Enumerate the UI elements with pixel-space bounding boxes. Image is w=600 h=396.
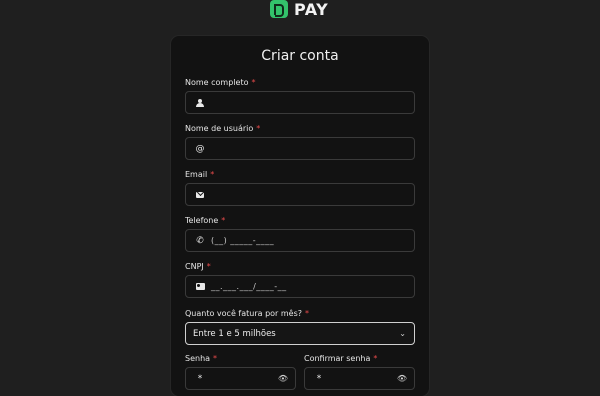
signup-card: Criar conta Nome completo * Nome de usuár… — [171, 36, 429, 396]
full-name-label-text: Nome completo — [185, 78, 249, 87]
cnpj-field[interactable]: __.___.___/____-__ — [185, 275, 415, 298]
confirm-password-label: Confirmar senha * — [304, 354, 377, 363]
required-mark: * — [256, 124, 261, 133]
email-label-text: Email — [185, 170, 208, 179]
username-label: Nome de usuário * — [185, 124, 260, 133]
phone-icon: ✆ — [196, 235, 204, 246]
envelope-icon — [193, 191, 207, 198]
required-mark: * — [251, 78, 256, 87]
required-mark: * — [210, 170, 215, 179]
username-field[interactable]: @ — [185, 137, 415, 160]
required-mark: * — [213, 354, 218, 363]
password-label-text: Senha — [185, 354, 211, 363]
confirm-password-label-text: Confirmar senha — [304, 354, 371, 363]
full-name-label: Nome completo * — [185, 78, 255, 87]
confirm-password-field[interactable]: * 👁 — [304, 367, 415, 390]
required-mark: * — [305, 309, 309, 318]
full-name-field[interactable] — [185, 91, 415, 114]
brand-name: PAY — [294, 0, 329, 19]
required-mark: * — [221, 216, 226, 225]
required-mark: * — [206, 262, 211, 271]
cnpj-placeholder: __.___.___/____-__ — [211, 282, 287, 291]
logo-mark-icon — [270, 0, 288, 18]
password-field[interactable]: * 👁 — [185, 367, 296, 390]
password-value: * — [197, 373, 203, 384]
cnpj-label: CNPJ * — [185, 262, 211, 271]
chevron-down-icon: ⌄ — [399, 329, 406, 338]
phone-label: Telefone * — [185, 216, 225, 225]
cnpj-label-text: CNPJ — [185, 262, 204, 271]
at-icon: @ — [195, 143, 205, 154]
revenue-selected-value: Entre 1 e 5 milhões — [193, 328, 276, 339]
username-label-text: Nome de usuário — [185, 124, 254, 133]
email-field[interactable] — [185, 183, 415, 206]
eye-icon[interactable]: 👁 — [397, 374, 407, 383]
phone-label-text: Telefone — [185, 216, 219, 225]
revenue-label-text: Quanto você fatura por mês? — [185, 309, 302, 318]
phone-field[interactable]: ✆ (__) _____-____ — [185, 229, 415, 252]
password-label: Senha * — [185, 354, 217, 363]
page-title: Criar conta — [261, 48, 339, 64]
phone-placeholder: (__) _____-____ — [211, 236, 275, 245]
confirm-password-value: * — [316, 373, 322, 384]
id-card-icon — [193, 283, 207, 290]
revenue-select[interactable]: Entre 1 e 5 milhões ⌄ — [185, 322, 415, 345]
revenue-label: Quanto você fatura por mês? * — [185, 309, 309, 318]
eye-icon[interactable]: 👁 — [278, 374, 288, 383]
required-mark: * — [373, 354, 378, 363]
person-icon — [193, 98, 207, 107]
brand-logo: PAY — [270, 0, 329, 19]
email-label: Email * — [185, 170, 214, 179]
